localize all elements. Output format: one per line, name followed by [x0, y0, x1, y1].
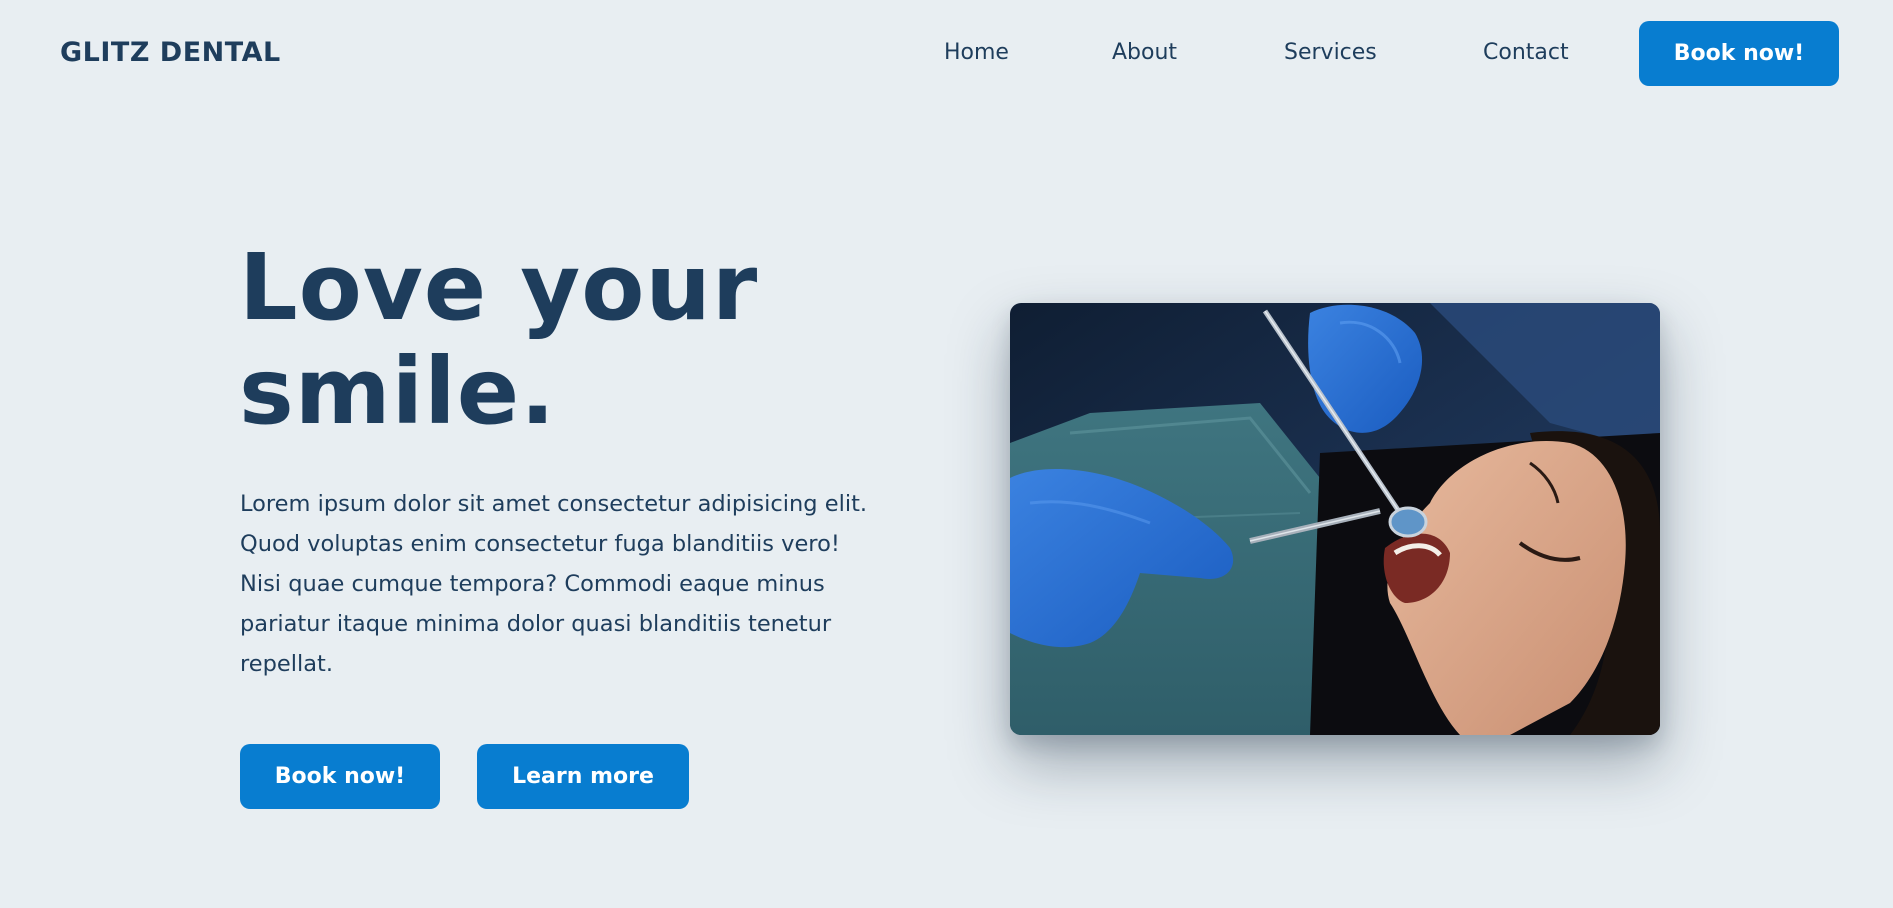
hero-title: Love your smile.	[239, 234, 759, 445]
nav-link-contact[interactable]: Contact	[1483, 40, 1569, 65]
logo[interactable]: GLITZ DENTAL	[60, 37, 281, 68]
nav-link-home[interactable]: Home	[944, 40, 1009, 65]
hero-image	[1010, 303, 1660, 735]
learn-more-button[interactable]: Learn more	[477, 744, 689, 809]
nav-link-about[interactable]: About	[1112, 40, 1177, 65]
nav-book-now-button[interactable]: Book now!	[1639, 21, 1839, 86]
hero-description: Lorem ipsum dolor sit amet consectetur a…	[240, 491, 868, 677]
nav-link-services[interactable]: Services	[1284, 40, 1377, 65]
hero-book-now-button[interactable]: Book now!	[240, 744, 440, 809]
dental-exam-illustration	[1010, 303, 1660, 735]
navbar: GLITZ DENTAL Home About Services Contact…	[0, 0, 1893, 108]
